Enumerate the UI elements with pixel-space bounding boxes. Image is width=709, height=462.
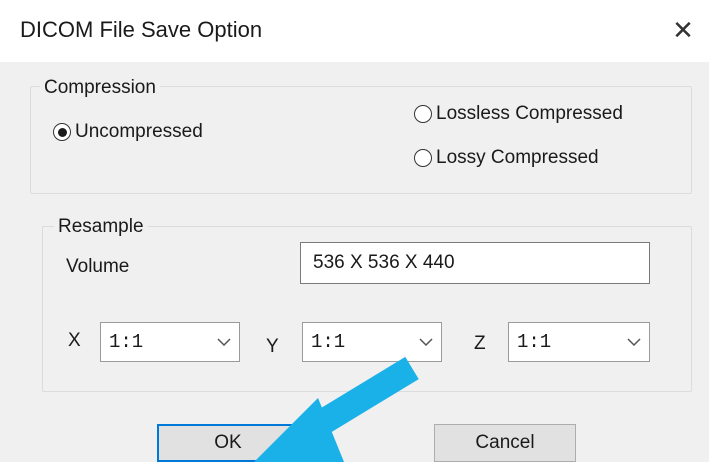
volume-label: Volume bbox=[66, 256, 130, 277]
chevron-down-icon bbox=[619, 323, 649, 361]
window-title: DICOM File Save Option bbox=[20, 17, 263, 42]
y-ratio-select[interactable]: 1:1 bbox=[302, 322, 442, 362]
ok-button[interactable]: OK bbox=[157, 424, 299, 462]
x-ratio-select[interactable]: 1:1 bbox=[100, 322, 240, 362]
radio-uncompressed[interactable]: Uncompressed bbox=[53, 121, 203, 143]
radio-lossless-label: Lossless Compressed bbox=[436, 103, 623, 124]
radio-unselected-icon bbox=[414, 149, 432, 167]
radio-lossy-label: Lossy Compressed bbox=[436, 147, 599, 168]
radio-uncompressed-label: Uncompressed bbox=[75, 121, 203, 142]
z-ratio-value: 1:1 bbox=[517, 331, 552, 353]
radio-selected-icon bbox=[53, 123, 71, 141]
title-bar: DICOM File Save Option ✕ bbox=[0, 0, 709, 62]
radio-lossy-compressed[interactable]: Lossy Compressed bbox=[414, 147, 599, 169]
x-ratio-value: 1:1 bbox=[109, 331, 144, 353]
dicom-save-dialog: DICOM File Save Option ✕ Compression Unc… bbox=[0, 0, 709, 462]
cancel-button[interactable]: Cancel bbox=[434, 424, 576, 462]
radio-lossless-compressed[interactable]: Lossless Compressed bbox=[414, 103, 623, 125]
close-icon: ✕ bbox=[672, 14, 694, 45]
y-label: Y bbox=[266, 336, 279, 357]
compression-legend: Compression bbox=[40, 77, 160, 99]
resample-legend: Resample bbox=[54, 216, 148, 238]
x-label: X bbox=[68, 330, 81, 351]
volume-field[interactable]: 536 X 536 X 440 bbox=[300, 242, 650, 284]
close-button[interactable]: ✕ bbox=[665, 12, 701, 48]
chevron-down-icon bbox=[411, 323, 441, 361]
chevron-down-icon bbox=[209, 323, 239, 361]
z-ratio-select[interactable]: 1:1 bbox=[508, 322, 650, 362]
y-ratio-value: 1:1 bbox=[311, 331, 346, 353]
z-label: Z bbox=[474, 333, 486, 354]
radio-unselected-icon bbox=[414, 105, 432, 123]
